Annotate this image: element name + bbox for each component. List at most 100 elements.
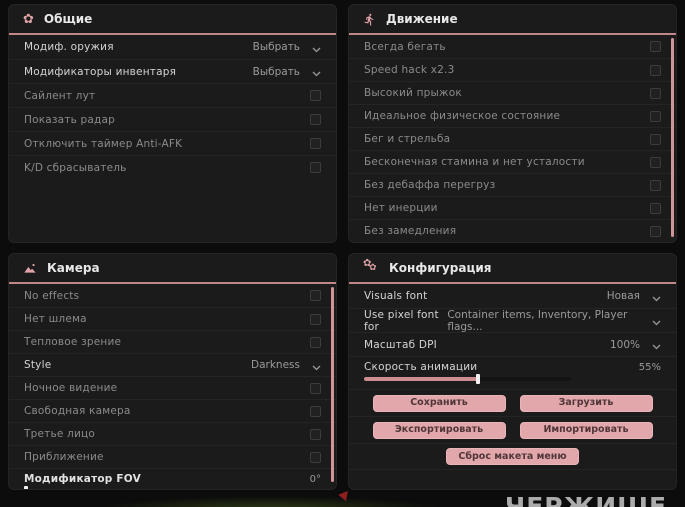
row-label: Высокий прыжок [364, 87, 462, 99]
kd-resetter-checkbox[interactable] [310, 162, 321, 173]
chevron-down-icon [312, 62, 321, 81]
camera-scrollbar[interactable] [331, 287, 334, 482]
green-glow [95, 496, 445, 507]
row-label: Отключить таймер Anti-AFK [24, 137, 183, 150]
row-label: Бесконечная стамина и нет усталости [364, 156, 585, 168]
always-run-checkbox[interactable] [650, 41, 661, 52]
chevron-down-icon [312, 38, 321, 57]
row-label: Бег и стрельба [364, 133, 451, 145]
load-button[interactable]: Загрузить [519, 394, 653, 412]
row-label: Идеальное физическое состояние [364, 110, 561, 122]
row-label: Нет шлема [24, 313, 87, 325]
inventory-mods-dropdown[interactable]: Выбрать [253, 62, 321, 81]
row-fov-modifier: Модификатор FOV 0° [9, 468, 336, 489]
row-speed-hack: Speed hack x2.3 [349, 58, 676, 81]
panel-movement-header[interactable]: Движение [349, 5, 676, 35]
row-label: Масштаб DPI [364, 338, 437, 351]
row-always-run: Всегда бегать [349, 35, 676, 58]
show-radar-checkbox[interactable] [310, 114, 321, 125]
chevron-down-icon [652, 311, 661, 330]
row-label: Без дебаффа перегруз [364, 179, 496, 191]
row-disable-anti-afk: Отключить таймер Anti-AFK [9, 131, 336, 155]
panel-config: ✿ ✿ Конфигурация Visuals font Новая Use pix… [348, 253, 677, 490]
reset-menu-layout-button[interactable]: Сброс макета меню [446, 448, 579, 465]
high-jump-checkbox[interactable] [650, 87, 661, 99]
silent-loot-checkbox[interactable] [310, 90, 321, 101]
weapon-mod-dropdown[interactable]: Выбрать [253, 38, 321, 57]
import-button[interactable]: Импортировать [519, 421, 653, 439]
panel-title: Движение [386, 12, 458, 26]
style-dropdown[interactable]: Darkness [251, 356, 321, 375]
row-label: Нет инерции [364, 202, 438, 214]
visuals-font-dropdown[interactable]: Новая [607, 287, 661, 306]
row-label: Style [24, 359, 52, 371]
panel-general-header[interactable]: ✿ Общие [9, 5, 336, 35]
row-label: Use pixel font for [364, 308, 439, 333]
row-silent-loot: Сайлент лут [9, 83, 336, 107]
run-and-shoot-checkbox[interactable] [650, 133, 661, 145]
row-animation-speed: Скорость анимации 55% [349, 356, 676, 389]
panel-camera-header[interactable]: Камера [9, 254, 336, 284]
panel-camera: Камера No effects Нет шлема Тепловое зрени… [8, 253, 337, 490]
no-effects-checkbox[interactable] [310, 290, 321, 301]
slider-fill [364, 377, 478, 381]
no-inertia-checkbox[interactable] [650, 202, 661, 214]
pixel-font-for-dropdown[interactable]: Container items, Inventory, Player flags… [447, 309, 661, 333]
zoom-checkbox[interactable] [310, 451, 321, 463]
row-show-radar: Показать радар [9, 107, 336, 131]
button-row-1: Сохранить Загрузить [349, 389, 676, 416]
row-inventory-mods: Модификаторы инвентаря Выбрать [9, 59, 336, 83]
chevron-down-icon [652, 287, 661, 306]
row-label: Сайлент лут [24, 89, 96, 102]
row-no-helmet: Нет шлема [9, 307, 336, 330]
row-label: Третье лицо [24, 428, 95, 440]
row-night-vision: Ночное видение [9, 376, 336, 399]
row-dpi-scale: Масштаб DPI 100% [349, 332, 676, 356]
row-run-and-shoot: Бег и стрельба [349, 127, 676, 150]
row-weapon-mod: Модиф. оружия Выбрать [9, 35, 336, 59]
night-vision-checkbox[interactable] [310, 382, 321, 394]
row-label: Speed hack x2.3 [364, 64, 455, 76]
row-label: Visuals font [364, 290, 428, 302]
slider-label-row: Скорость анимации 55% [364, 361, 661, 373]
row-label: Тепловое зрение [24, 336, 122, 348]
export-button[interactable]: Экспортировать [372, 421, 506, 439]
flower-gear-icon: ✿ [23, 11, 34, 27]
config-buttons: Сохранить Загрузить Экспортировать Импорти… [349, 389, 676, 470]
third-person-checkbox[interactable] [310, 428, 321, 440]
thermal-vision-checkbox[interactable] [310, 336, 321, 348]
mod-menu-screen: ✿ Общие Модиф. оружия Выбрать Модификаторы… [0, 0, 685, 507]
panel-config-header[interactable]: ✿ ✿ Конфигурация [349, 254, 676, 284]
chevron-down-icon [652, 335, 661, 354]
free-camera-checkbox[interactable] [310, 405, 321, 417]
movement-scrollbar[interactable] [671, 38, 674, 237]
dpi-scale-dropdown[interactable]: 100% [610, 335, 661, 354]
panel-title: Конфигурация [389, 261, 492, 275]
row-zoom: Приближение [9, 445, 336, 468]
no-helmet-checkbox[interactable] [310, 313, 321, 325]
animation-speed-slider[interactable] [364, 374, 571, 384]
gears-icon: ✿ ✿ [363, 258, 377, 273]
row-label: Без замедления [364, 225, 457, 237]
disable-anti-afk-checkbox[interactable] [310, 138, 321, 149]
dropdown-value: Container items, Inventory, Player flags… [447, 308, 628, 333]
panel-title: Камера [47, 261, 100, 275]
save-button[interactable]: Сохранить [372, 394, 506, 412]
dropdown-value: Выбрать [252, 41, 300, 53]
slider-thumb[interactable] [475, 374, 480, 384]
no-overload-debuff-checkbox[interactable] [650, 179, 661, 191]
infinite-stamina-checkbox[interactable] [650, 156, 661, 168]
button-row-reset: Сброс макета меню [349, 443, 676, 470]
row-no-effects: No effects [9, 284, 336, 307]
dropdown-value: Darkness [251, 359, 300, 371]
watermark-text: ЧЕРЖИШЕ [505, 492, 668, 507]
perfect-condition-checkbox[interactable] [650, 110, 661, 122]
row-visuals-font: Visuals font Новая [349, 284, 676, 308]
no-slowdown-checkbox[interactable] [650, 225, 661, 237]
panel-camera-rows: No effects Нет шлема Тепловое зрение Style D… [9, 284, 336, 489]
animation-speed-value: 55% [638, 361, 661, 373]
row-label: Модификатор FOV [24, 473, 141, 485]
row-label: Всегда бегать [364, 40, 446, 53]
speed-hack-checkbox[interactable] [650, 64, 661, 76]
row-no-overload-debuff: Без дебаффа перегруз [349, 173, 676, 196]
